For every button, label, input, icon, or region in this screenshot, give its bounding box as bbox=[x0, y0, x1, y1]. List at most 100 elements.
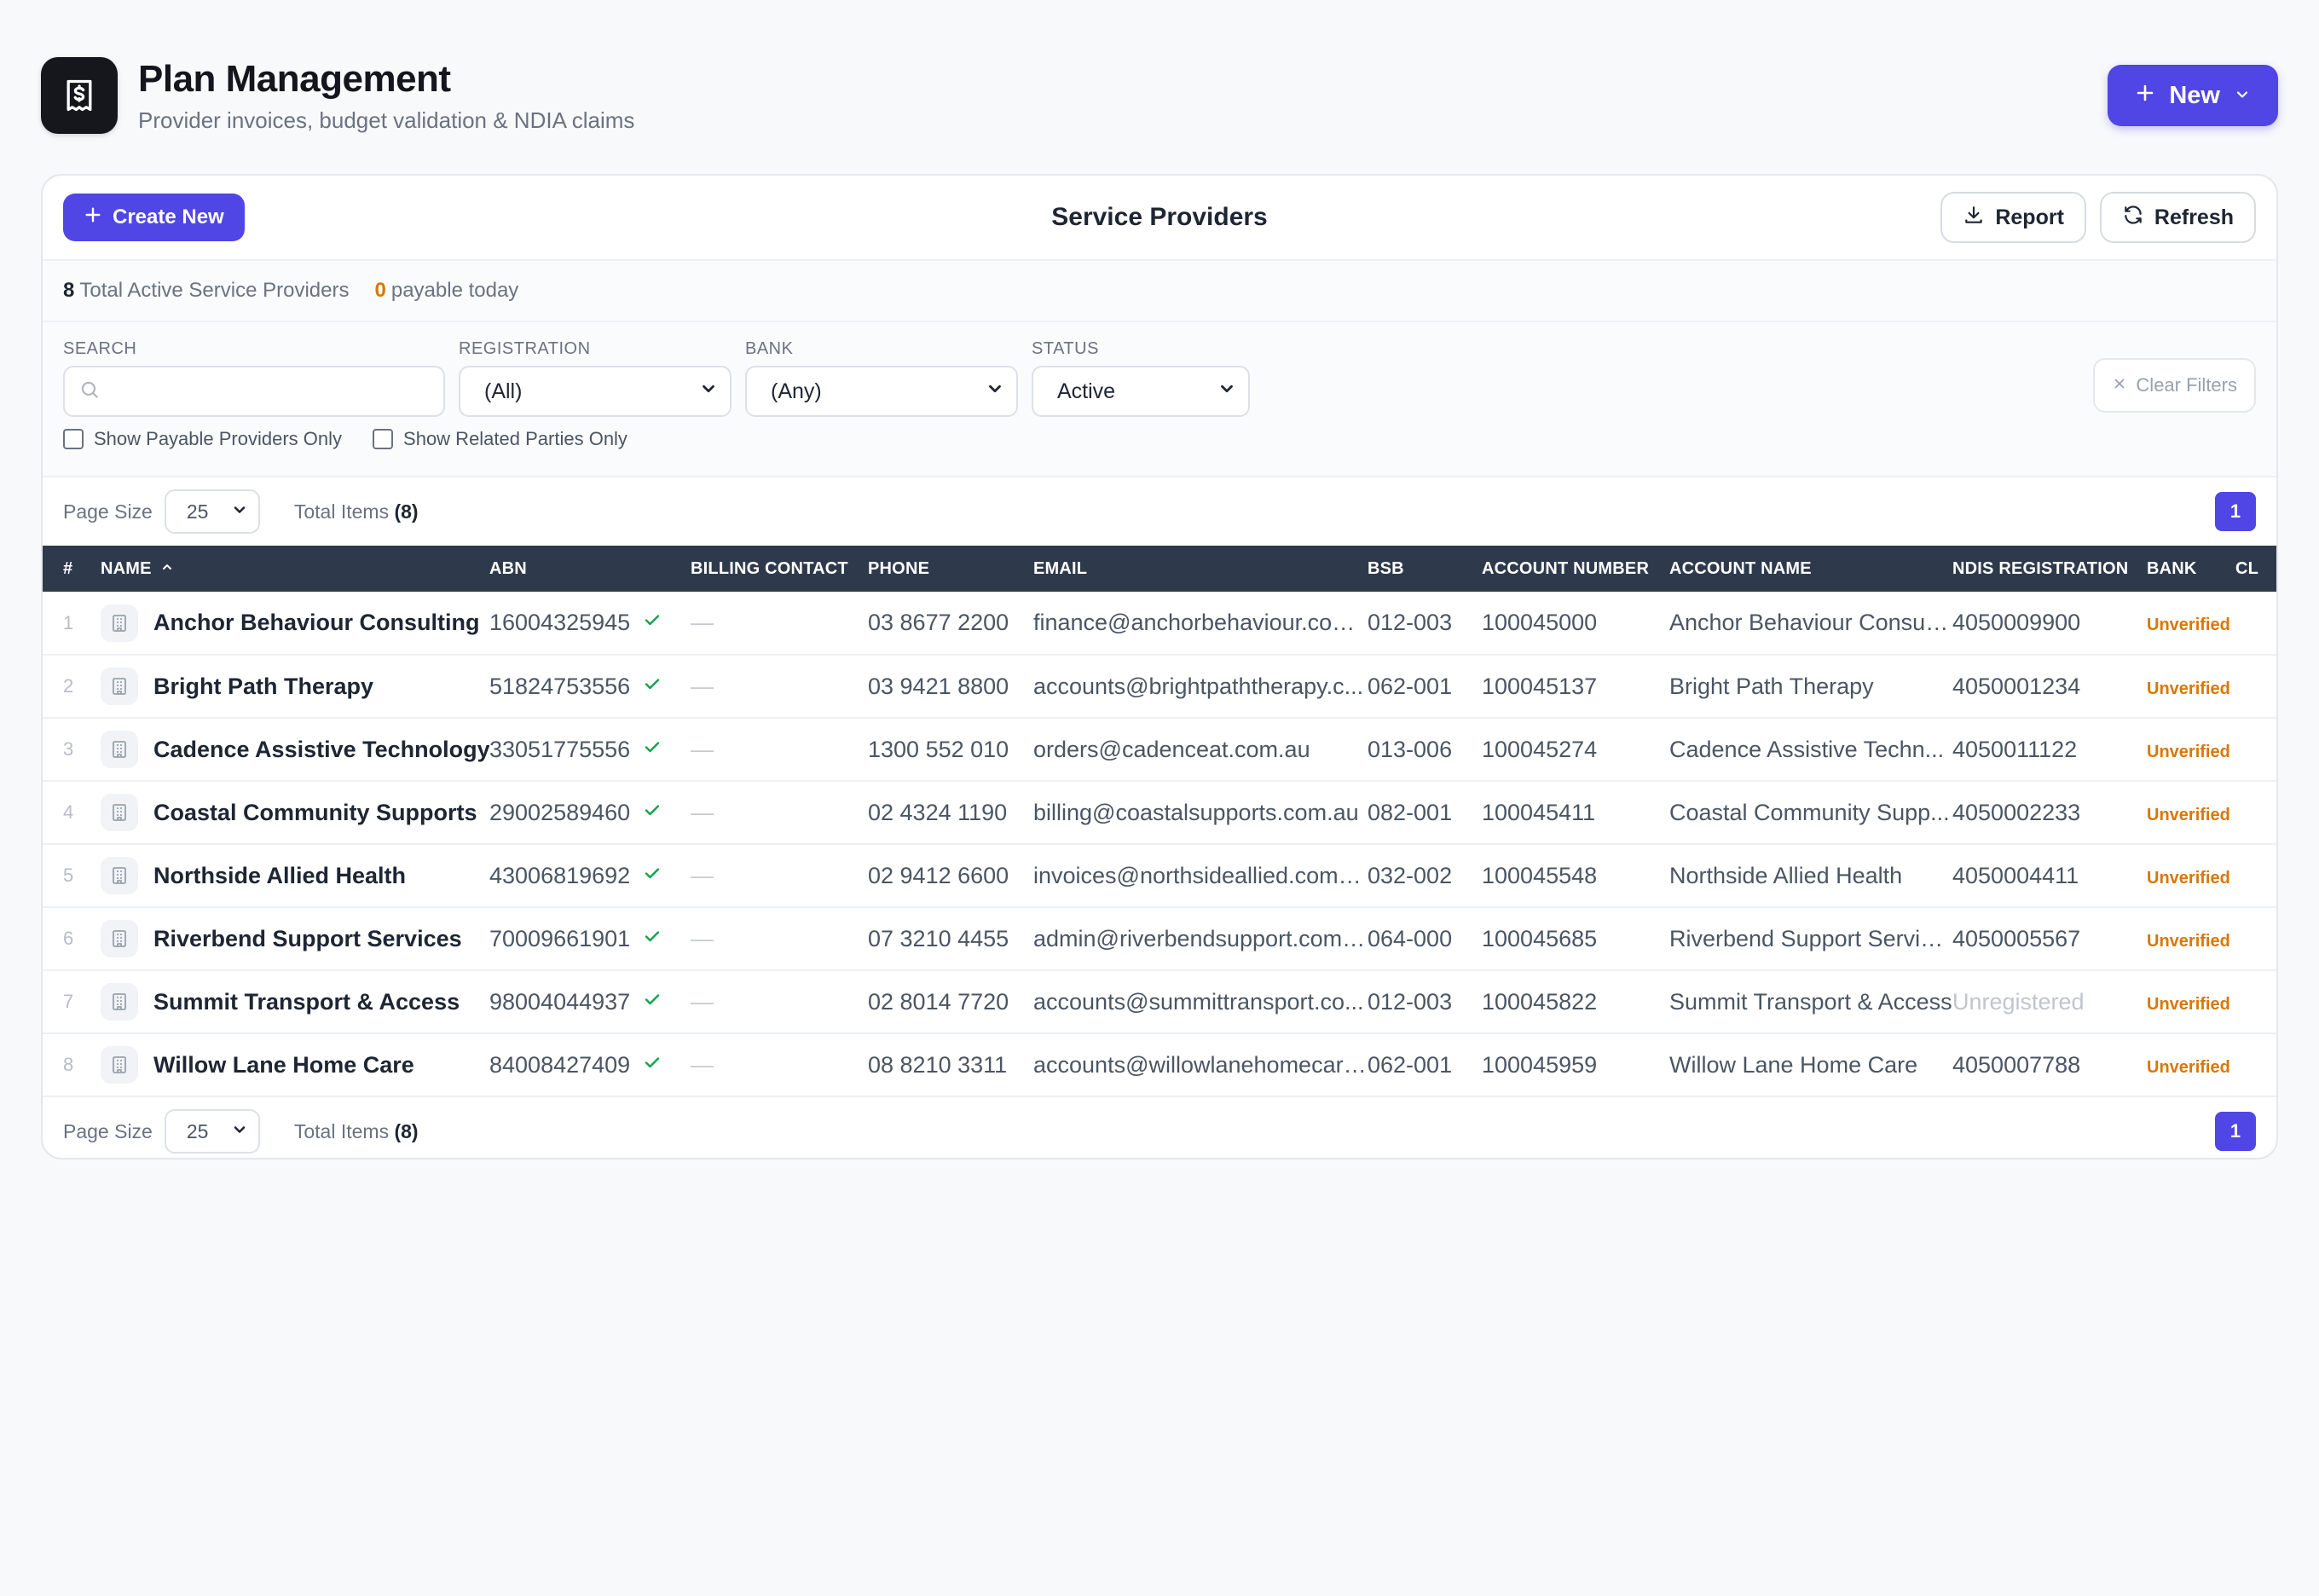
search-input[interactable] bbox=[63, 366, 445, 417]
check-icon bbox=[642, 989, 662, 1015]
table-row[interactable]: 2 Bright Path Therapy 51824753556 — 03 9421 … bbox=[43, 655, 2276, 718]
page-size-select[interactable]: 25 bbox=[164, 489, 260, 534]
providers-table: # NAME ABN BILLING CONTACT PHONE EMAIL BSB ACCO… bbox=[43, 546, 2276, 1097]
payable-count: 0 bbox=[374, 279, 386, 302]
ndis-registration-cell: 4050005567 bbox=[1952, 925, 2081, 951]
table-row[interactable]: 4 Coastal Community Supports 29002589460 — 0… bbox=[43, 781, 2276, 844]
payable-label: payable today bbox=[390, 279, 519, 302]
column-header-label: ACCOUNT NAME bbox=[1669, 558, 1812, 578]
account-name-cell: Riverbend Support Services bbox=[1669, 925, 1952, 951]
column-header-ndis-registration[interactable]: NDIS REGISTRATION bbox=[1952, 546, 2147, 592]
column-header-account-name[interactable]: ACCOUNT NAME bbox=[1669, 546, 1952, 592]
column-header-label: # bbox=[63, 558, 73, 578]
checkbox-box[interactable] bbox=[373, 429, 394, 449]
table-row[interactable]: 3 Cadence Assistive Technology 33051775556… bbox=[43, 718, 2276, 781]
abn-cell: 16004325945 bbox=[489, 592, 691, 655]
column-header-bank[interactable]: BANK bbox=[2147, 546, 2235, 592]
related-only-label: Show Related Parties Only bbox=[403, 428, 627, 449]
table-row[interactable]: 1 Anchor Behaviour Consulting 16004325945 —… bbox=[43, 592, 2276, 655]
account-name-cell: Northside Allied Health bbox=[1669, 862, 1903, 888]
table-row[interactable]: 8 Willow Lane Home Care 84008427409 — 08 821… bbox=[43, 1033, 2276, 1096]
provider-name[interactable]: Riverbend Support Services bbox=[153, 926, 462, 952]
email-cell: accounts@summittransport.co... bbox=[1033, 988, 1364, 1015]
plus-icon bbox=[84, 205, 102, 230]
provider-name-cell[interactable]: Willow Lane Home Care bbox=[101, 1033, 489, 1096]
status-value: Active bbox=[1057, 379, 1116, 403]
registration-select[interactable]: (All) bbox=[459, 366, 732, 417]
chevron-down-icon bbox=[231, 1120, 248, 1143]
column-header-name[interactable]: NAME bbox=[101, 546, 489, 592]
refresh-icon bbox=[2122, 204, 2144, 232]
bank-status-badge: Unverified bbox=[2147, 1057, 2230, 1077]
payable-only-checkbox[interactable]: Show Payable Providers Only bbox=[63, 428, 342, 450]
account-name-cell: Cadence Assistive Techn... bbox=[1669, 736, 1945, 762]
provider-name-cell[interactable]: Coastal Community Supports bbox=[101, 781, 489, 844]
table-row[interactable]: 6 Riverbend Support Services 70009661901 — 0… bbox=[43, 907, 2276, 970]
provider-name[interactable]: Willow Lane Home Care bbox=[153, 1052, 414, 1078]
column-header-label: CL bbox=[2235, 558, 2259, 578]
table-row[interactable]: 7 Summit Transport & Access 98004044937 — 02… bbox=[43, 970, 2276, 1033]
page-size-value: 25 bbox=[186, 1119, 209, 1142]
row-index: 8 bbox=[63, 1054, 74, 1075]
report-button[interactable]: Report bbox=[1940, 192, 2086, 243]
bank-status-badge: Unverified bbox=[2147, 616, 2230, 634]
status-select[interactable]: Active bbox=[1032, 366, 1250, 417]
provider-name[interactable]: Anchor Behaviour Consulting bbox=[153, 610, 480, 636]
provider-name[interactable]: Bright Path Therapy bbox=[153, 674, 373, 700]
building-icon bbox=[101, 668, 138, 705]
provider-name-cell[interactable]: Riverbend Support Services bbox=[101, 907, 489, 970]
abn-cell: 29002589460 bbox=[489, 781, 691, 844]
page-button-1[interactable]: 1 bbox=[2215, 1112, 2256, 1151]
check-icon bbox=[642, 926, 662, 952]
check-icon bbox=[642, 674, 662, 700]
column-header-index[interactable]: # bbox=[43, 546, 101, 592]
page-button-1[interactable]: 1 bbox=[2215, 492, 2256, 531]
column-header-phone[interactable]: PHONE bbox=[868, 546, 1033, 592]
column-header-billing-contact[interactable]: BILLING CONTACT bbox=[691, 546, 868, 592]
check-icon bbox=[642, 863, 662, 889]
account-number-cell: 100045411 bbox=[1482, 799, 1596, 825]
create-new-button[interactable]: Create New bbox=[63, 194, 245, 241]
page-size-value: 25 bbox=[186, 500, 209, 523]
page-subtitle: Provider invoices, budget validation & N… bbox=[138, 107, 635, 133]
email-cell: billing@coastalsupports.com.au bbox=[1033, 799, 1359, 825]
bank-status-badge: Unverified bbox=[2147, 805, 2230, 824]
provider-name[interactable]: Coastal Community Supports bbox=[153, 800, 477, 826]
row-index: 4 bbox=[63, 801, 74, 823]
bank-value: (Any) bbox=[771, 379, 822, 403]
bank-select[interactable]: (Any) bbox=[745, 366, 1018, 417]
provider-name-cell[interactable]: Anchor Behaviour Consulting bbox=[101, 592, 489, 655]
building-icon bbox=[101, 983, 138, 1021]
provider-name-cell[interactable]: Summit Transport & Access bbox=[101, 970, 489, 1033]
provider-name-cell[interactable]: Cadence Assistive Technology bbox=[101, 718, 489, 781]
column-header-account-number[interactable]: ACCOUNT NUMBER bbox=[1482, 546, 1669, 592]
active-count: 8 bbox=[63, 279, 75, 302]
clear-filters-button[interactable]: Clear Filters bbox=[2093, 358, 2256, 413]
card-toolbar: Create New Service Providers Report Refr… bbox=[43, 176, 2276, 261]
refresh-button[interactable]: Refresh bbox=[2099, 192, 2256, 243]
abn-cell: 51824753556 bbox=[489, 655, 691, 718]
column-header-email[interactable]: EMAIL bbox=[1033, 546, 1368, 592]
provider-name-cell[interactable]: Bright Path Therapy bbox=[101, 655, 489, 718]
bank-cell: Unverified bbox=[2147, 718, 2235, 781]
account-name-cell: Anchor Behaviour Consult... bbox=[1669, 610, 1952, 635]
new-button[interactable]: New bbox=[2108, 65, 2278, 126]
bsb-cell: 062-001 bbox=[1368, 673, 1453, 699]
provider-name[interactable]: Cadence Assistive Technology bbox=[153, 737, 489, 763]
column-header-bsb[interactable]: BSB bbox=[1368, 546, 1482, 592]
page-size-select[interactable]: 25 bbox=[164, 1109, 260, 1154]
related-only-checkbox[interactable]: Show Related Parties Only bbox=[373, 428, 627, 450]
provider-name-cell[interactable]: Northside Allied Health bbox=[101, 844, 489, 907]
provider-name[interactable]: Summit Transport & Access bbox=[153, 989, 460, 1015]
column-header-cl[interactable]: CL bbox=[2235, 546, 2276, 592]
account-name-cell: Coastal Community Supp... bbox=[1669, 799, 1950, 825]
column-header-label: EMAIL bbox=[1033, 558, 1088, 578]
account-number-cell: 100045137 bbox=[1482, 673, 1598, 699]
total-items: Total Items (8) bbox=[294, 1120, 419, 1143]
ndis-registration-cell: 4050011122 bbox=[1952, 736, 2078, 762]
checkbox-box[interactable] bbox=[63, 429, 84, 449]
billing-contact-cell: — bbox=[691, 988, 714, 1015]
table-row[interactable]: 5 Northside Allied Health 43006819692 — 02 9… bbox=[43, 844, 2276, 907]
column-header-abn[interactable]: ABN bbox=[489, 546, 691, 592]
provider-name[interactable]: Northside Allied Health bbox=[153, 863, 406, 889]
